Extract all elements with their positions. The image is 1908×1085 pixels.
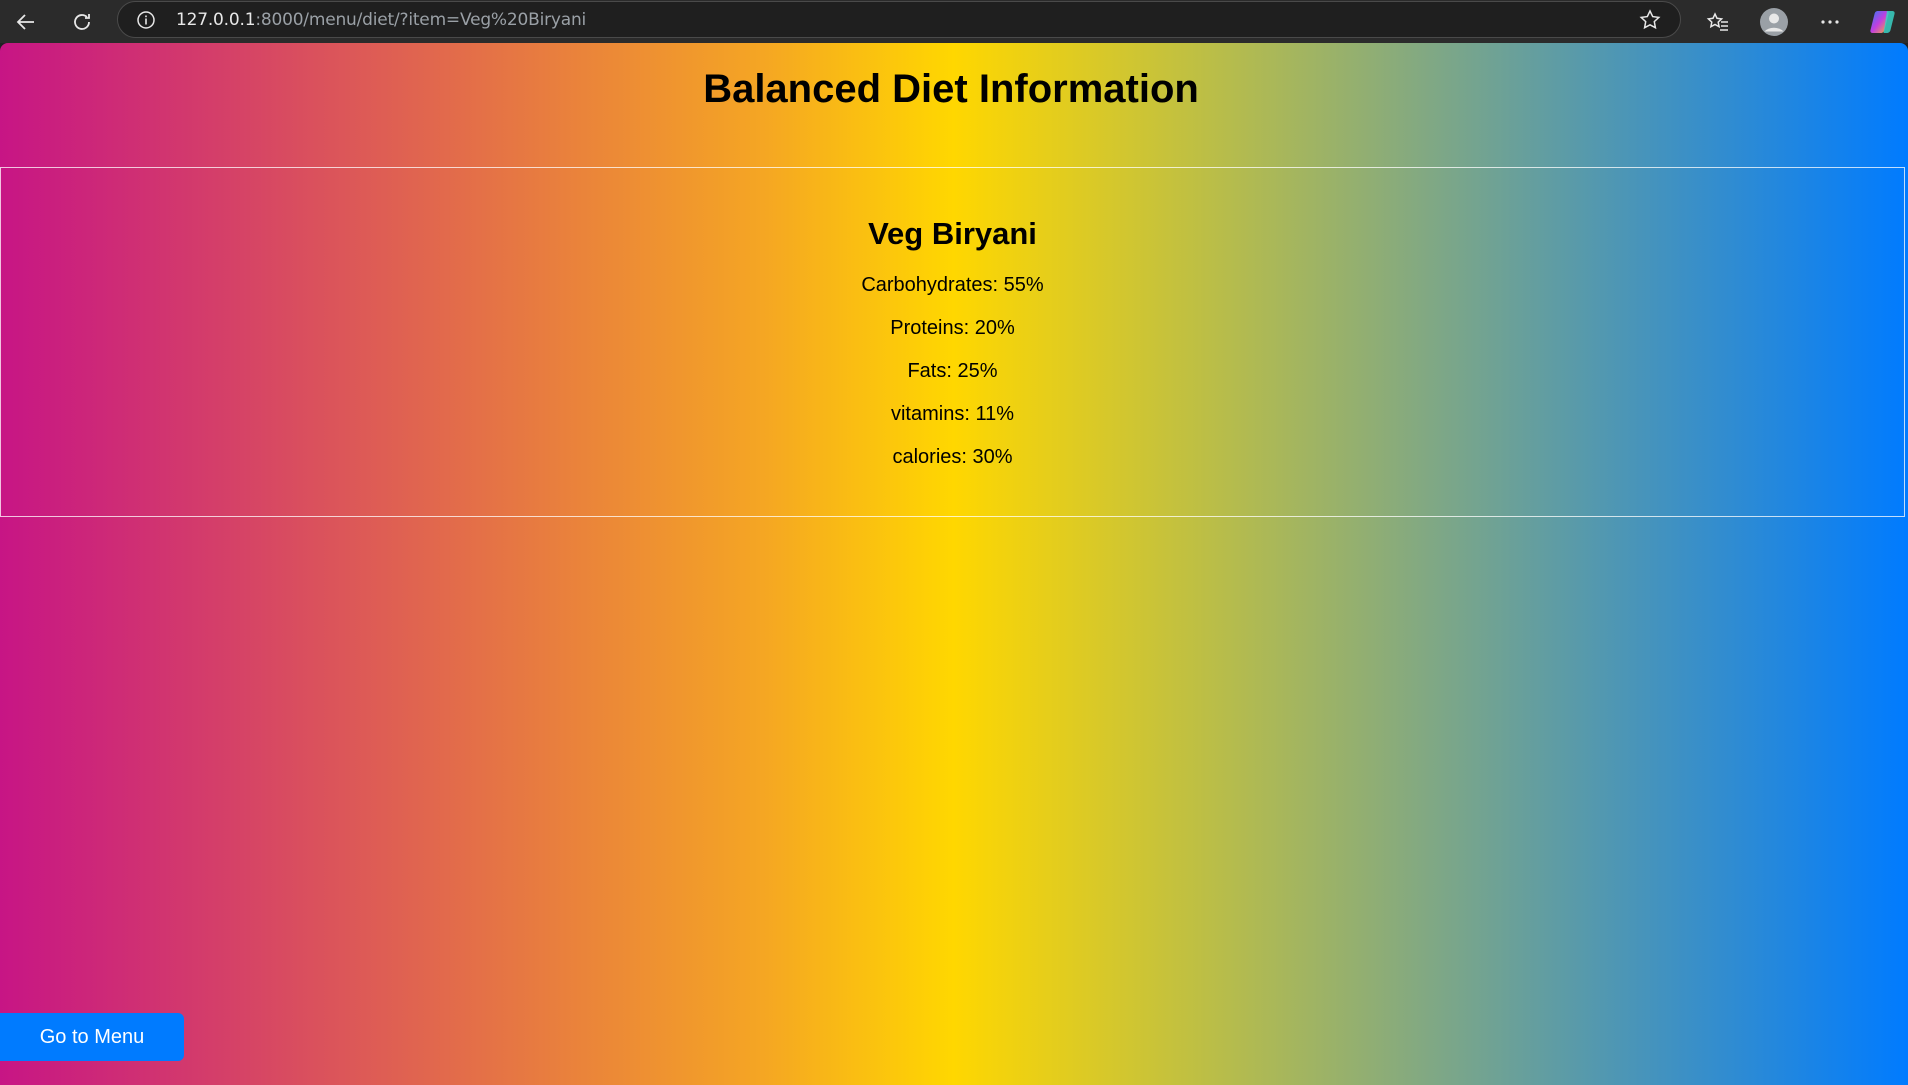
info-icon[interactable] [136, 10, 156, 30]
nutrient-fats: Fats: 25% [907, 360, 998, 382]
nutrient-carbohydrates: Carbohydrates: 55% [861, 274, 1044, 296]
address-bar[interactable]: 127.0.0.1:8000/menu/diet/?item=Veg%20Bir… [117, 1, 1681, 38]
food-item-name: Veg Biryani [868, 216, 1037, 251]
url-host: 127.0.0.1 [176, 9, 256, 30]
nutrient-list: Carbohydrates: 55% Proteins: 20% Fats: 2… [1, 264, 1904, 479]
avatar-icon [1760, 7, 1788, 36]
more-options-button[interactable] [1802, 2, 1858, 42]
nutrient-vitamins: vitamins: 11% [890, 403, 1014, 425]
browser-toolbar: 127.0.0.1:8000/menu/diet/?item=Veg%20Bir… [0, 0, 1908, 43]
copilot-button[interactable] [1858, 2, 1908, 42]
favorites-icon [1706, 11, 1728, 31]
page-title: Balanced Diet Information [703, 67, 1199, 111]
nutrient-calories: calories: 30% [892, 446, 1013, 468]
url-path: :8000/menu/diet/?item=Veg%20Biryani [255, 9, 587, 30]
back-button[interactable] [6, 2, 46, 42]
toolbar-right [1690, 0, 1908, 43]
back-arrow-icon [16, 13, 34, 30]
page-content: Balanced Diet Information Veg Biryani Ca… [0, 43, 1908, 1085]
go-to-menu-button[interactable]: Go to Menu [0, 1013, 184, 1061]
more-dots-icon [1821, 19, 1839, 24]
reload-button[interactable] [62, 2, 102, 42]
favorites-button[interactable] [1690, 2, 1746, 42]
copilot-icon [1870, 10, 1895, 33]
diet-info-card: Veg Biryani Carbohydrates: 55% Proteins:… [0, 167, 1905, 517]
reload-icon [74, 13, 90, 30]
url-text[interactable]: 127.0.0.1:8000/menu/diet/?item=Veg%20Bir… [176, 10, 586, 30]
favorite-star-icon[interactable] [1638, 8, 1662, 32]
nutrient-proteins: Proteins: 20% [890, 317, 1015, 339]
profile-button[interactable] [1746, 2, 1802, 42]
